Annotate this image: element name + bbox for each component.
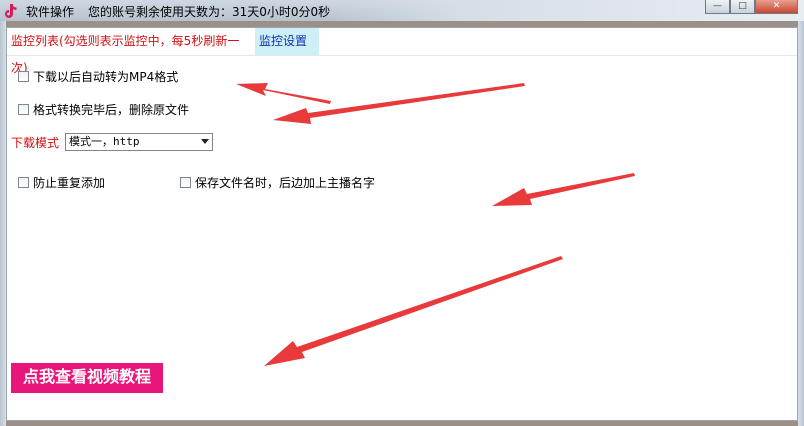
- close-button[interactable]: ✕: [755, 0, 798, 14]
- tab-divider: [7, 55, 797, 56]
- tab-monitor-settings[interactable]: 监控设置: [255, 28, 319, 55]
- video-tutorial-button[interactable]: 点我查看视频教程: [11, 363, 163, 393]
- client-area: 监控列表(勾选则表示监控中，每5秒刷新一次) 监控设置 下载以后自动转为MP4格…: [6, 27, 798, 421]
- append-streamer-name-option[interactable]: 保存文件名时，后边加上主播名字: [180, 174, 375, 191]
- delete-original-option[interactable]: 格式转换完毕后，删除原文件: [18, 101, 189, 118]
- download-mode-select[interactable]: 模式一，http: [65, 133, 213, 151]
- download-mode-label: 下载模式: [11, 136, 60, 150]
- minimize-button[interactable]: —: [705, 0, 730, 14]
- prevent-duplicate-label: 防止重复添加: [33, 176, 106, 190]
- delete-original-checkbox[interactable]: [18, 104, 29, 115]
- delete-original-label: 格式转换完毕后，删除原文件: [33, 103, 190, 117]
- title-bar: 软件操作 您的账号剩余使用天数为：31天0小时0分0秒 — □ ✕: [0, 0, 804, 21]
- account-remaining-text: 您的账号剩余使用天数为：31天0小时0分0秒: [88, 5, 331, 19]
- chevron-down-icon[interactable]: [201, 139, 209, 144]
- maximize-button[interactable]: □: [730, 0, 755, 14]
- window-frame-right: [798, 21, 804, 426]
- prevent-duplicate-option[interactable]: 防止重复添加: [18, 174, 105, 191]
- music-note-icon: [5, 4, 17, 18]
- append-streamer-name-checkbox[interactable]: [180, 177, 191, 188]
- tab-monitor-list[interactable]: 监控列表(勾选则表示监控中，每5秒刷新一次): [7, 28, 255, 75]
- window-title: 软件操作: [26, 5, 75, 19]
- convert-mp4-label: 下载以后自动转为MP4格式: [33, 70, 179, 84]
- convert-mp4-checkbox[interactable]: [18, 71, 29, 82]
- prevent-duplicate-checkbox[interactable]: [18, 177, 29, 188]
- convert-mp4-option[interactable]: 下载以后自动转为MP4格式: [18, 68, 178, 85]
- download-mode-value: 模式一，http: [69, 135, 140, 148]
- tab-strip: 监控列表(勾选则表示监控中，每5秒刷新一次) 监控设置: [7, 28, 319, 75]
- append-streamer-name-label: 保存文件名时，后边加上主播名字: [195, 176, 376, 190]
- window-controls: — □ ✕: [705, 0, 798, 14]
